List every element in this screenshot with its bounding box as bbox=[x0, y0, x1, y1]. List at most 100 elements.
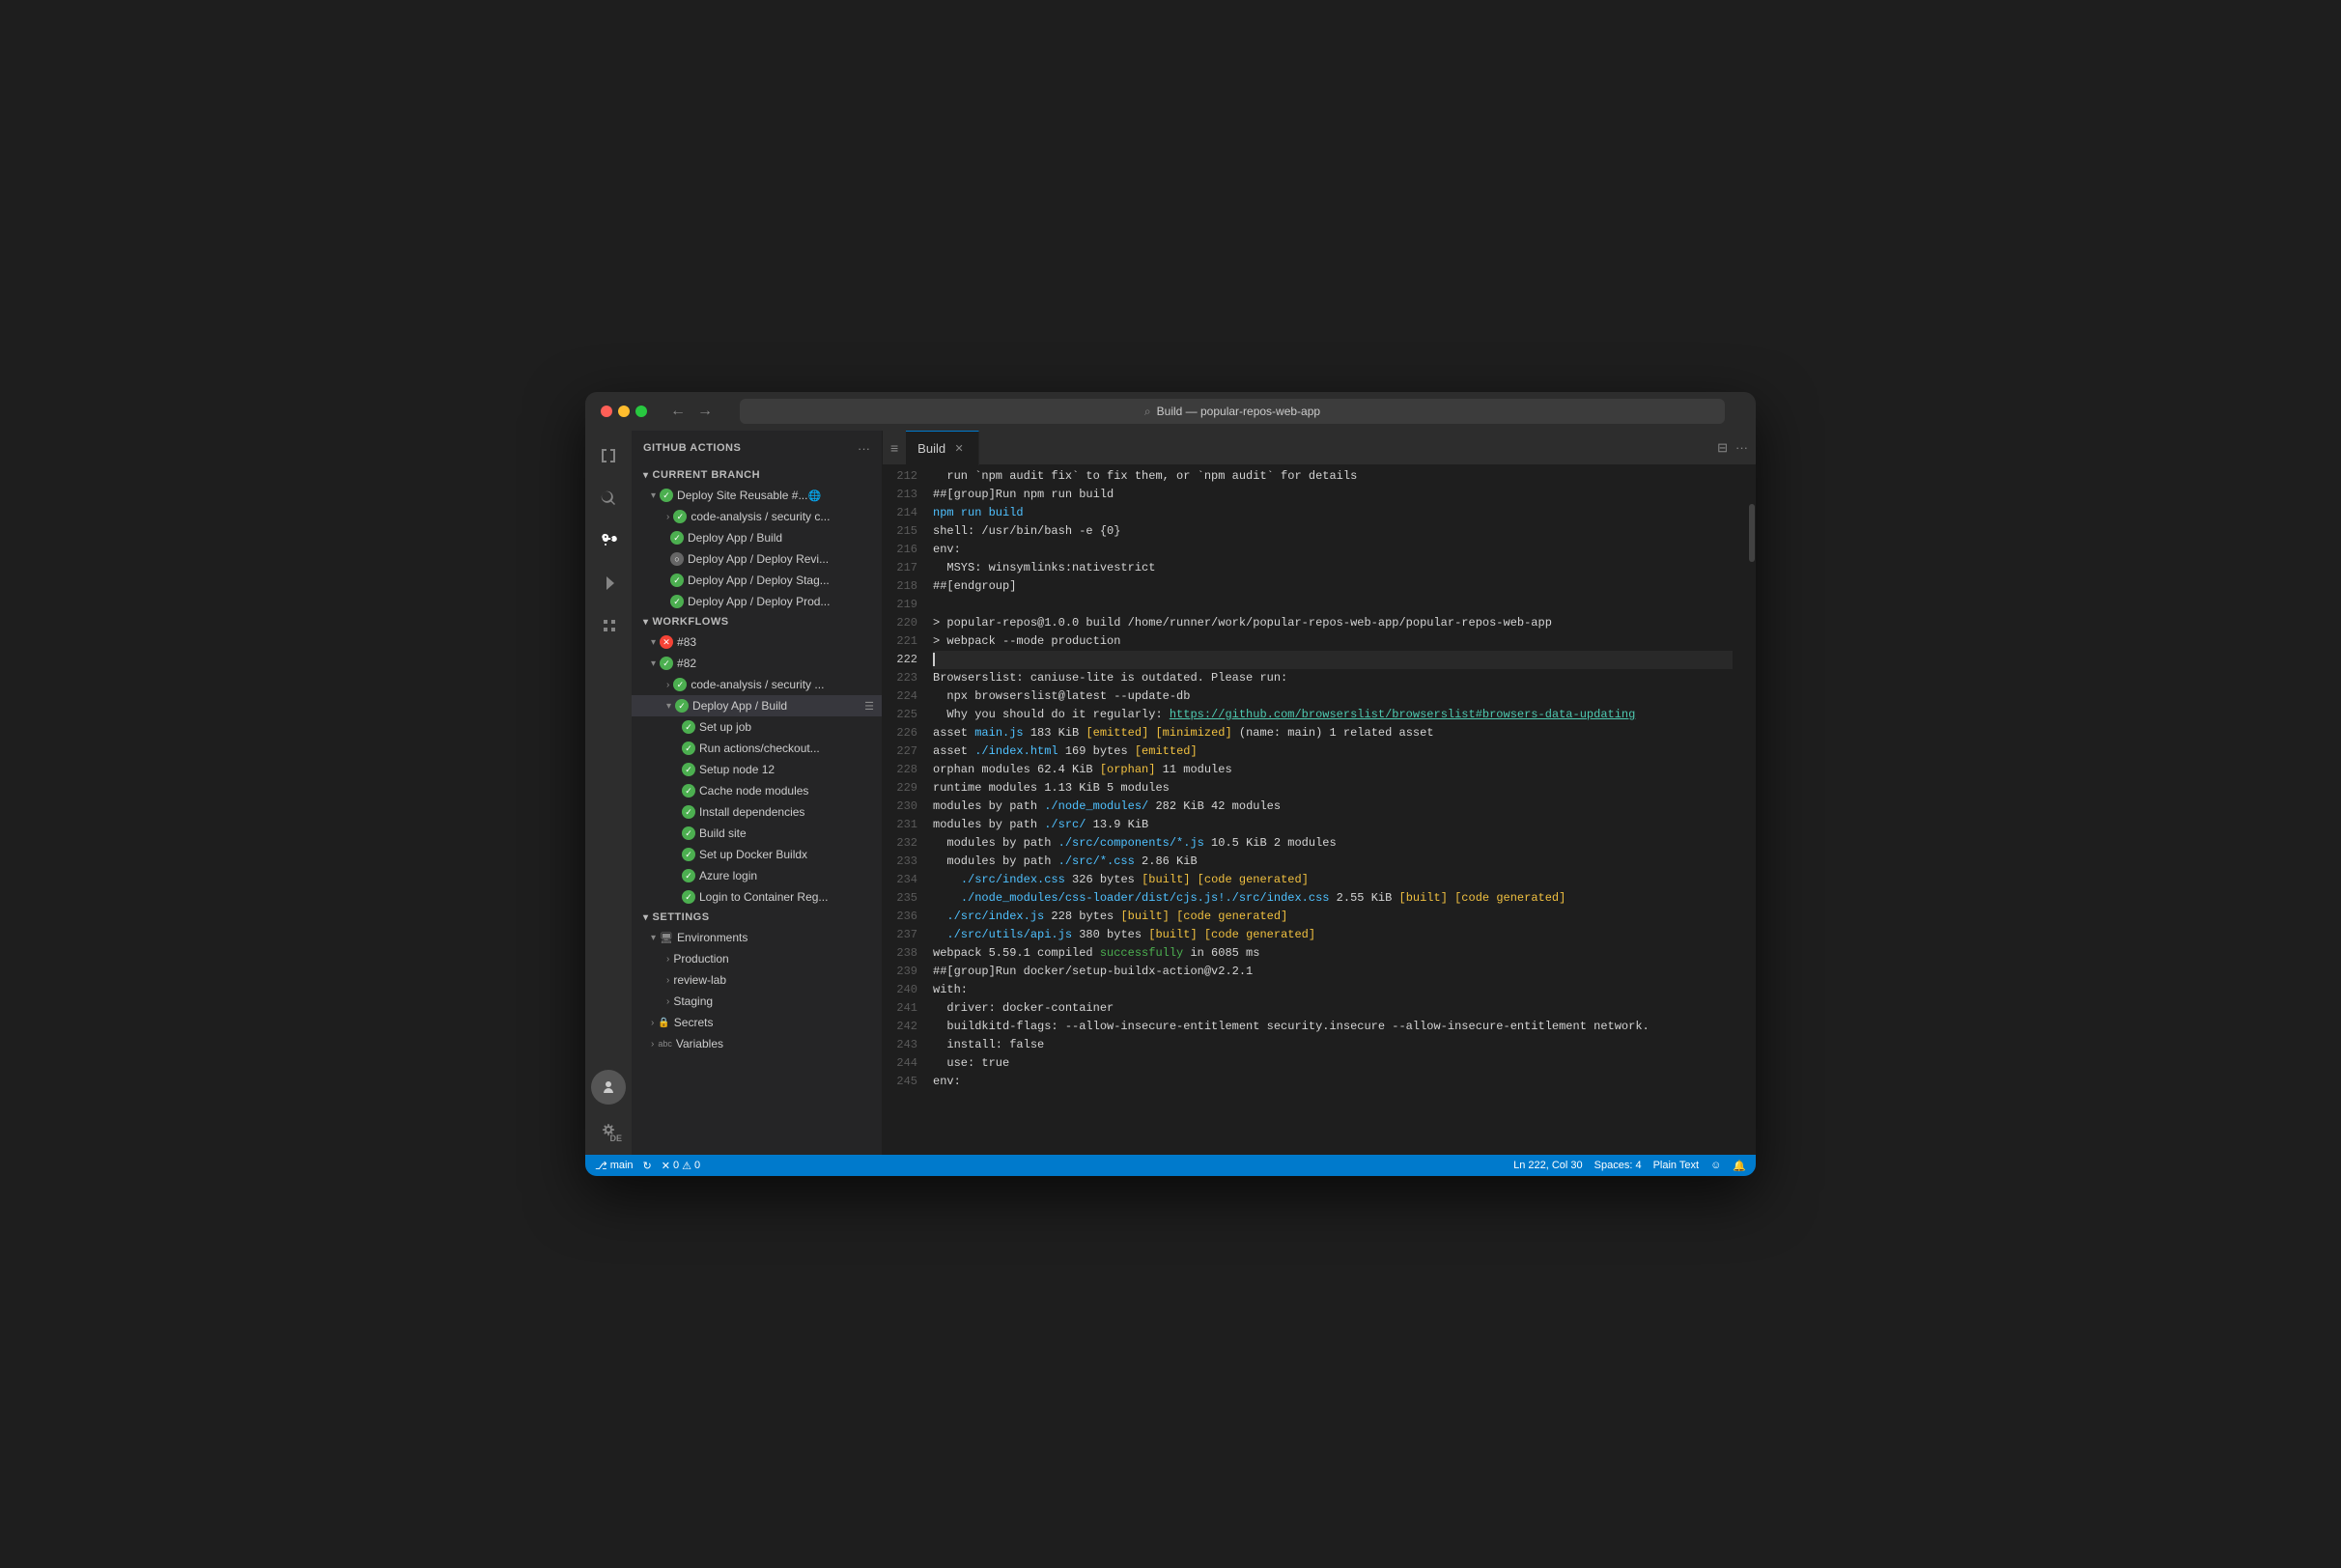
ln-224: 224 bbox=[883, 687, 917, 706]
list-icon: ☰ bbox=[864, 700, 874, 713]
scrollbar-track[interactable] bbox=[1748, 465, 1756, 1155]
code-line-213: ##[group]Run npm run build bbox=[933, 486, 1733, 504]
activity-run-debug[interactable] bbox=[591, 566, 626, 601]
sync-status[interactable]: ↻ bbox=[643, 1160, 652, 1172]
chevron-down-icon: ▾ bbox=[643, 617, 649, 628]
sidebar-more-icon[interactable]: ··· bbox=[858, 441, 870, 456]
review-lab-label: review-lab bbox=[673, 973, 726, 987]
more-actions-icon[interactable]: ··· bbox=[1735, 440, 1748, 455]
fullscreen-button[interactable] bbox=[635, 406, 647, 417]
azure-login-label: Azure login bbox=[699, 869, 757, 882]
sidebar-item-code-analysis-2[interactable]: › ✓ code-analysis / security ... bbox=[632, 674, 882, 695]
section-current-branch[interactable]: ▾ CURRENT BRANCH bbox=[632, 465, 882, 485]
sidebar-item-run-checkout[interactable]: ✓ Run actions/checkout... bbox=[632, 738, 882, 759]
ln-242: 242 bbox=[883, 1018, 917, 1036]
address-bar[interactable]: ⌕ Build — popular-repos-web-app bbox=[740, 399, 1725, 424]
tab-build[interactable]: Build ✕ bbox=[906, 431, 979, 465]
ln-227: 227 bbox=[883, 742, 917, 761]
traffic-lights bbox=[601, 406, 647, 417]
feedback-icon[interactable]: ☺ bbox=[1710, 1160, 1721, 1171]
address-text: Build — popular-repos-web-app bbox=[1157, 405, 1320, 418]
cache-node-label: Cache node modules bbox=[699, 784, 808, 798]
user-avatar[interactable] bbox=[591, 1070, 626, 1105]
activity-explorer[interactable] bbox=[591, 438, 626, 473]
sidebar-item-variables[interactable]: › abc Variables bbox=[632, 1033, 882, 1054]
section-settings[interactable]: ▾ SETTINGS bbox=[632, 908, 882, 927]
status-green-icon: ✓ bbox=[660, 489, 673, 502]
status-green-icon: ✓ bbox=[660, 657, 673, 670]
ln-223: 223 bbox=[883, 669, 917, 687]
code-area[interactable]: run `npm audit fix` to fix them, or `npm… bbox=[925, 465, 1748, 1155]
line-numbers: 212 213 214 215 216 217 218 219 220 221 … bbox=[883, 465, 925, 1155]
sidebar-item-build-site[interactable]: ✓ Build site bbox=[632, 823, 882, 844]
branch-icon: ⎇ bbox=[595, 1160, 607, 1172]
workflow-83-label: #83 bbox=[677, 635, 696, 649]
settings-gear[interactable]: DE bbox=[591, 1112, 626, 1147]
ln-225: 225 bbox=[883, 706, 917, 724]
globe-icon: 🌐 bbox=[807, 490, 821, 502]
code-line-242: buildkitd-flags: --allow-insecure-entitl… bbox=[933, 1018, 1733, 1036]
code-line-221: > webpack --mode production bbox=[933, 632, 1733, 651]
code-line-245: env: bbox=[933, 1073, 1733, 1091]
sidebar-item-container-reg[interactable]: ✓ Login to Container Reg... bbox=[632, 886, 882, 908]
ln-239: 239 bbox=[883, 963, 917, 981]
sidebar-item-deploy-app-staging[interactable]: ✓ Deploy App / Deploy Stag... bbox=[632, 570, 882, 591]
sidebar-item-cache-node[interactable]: ✓ Cache node modules bbox=[632, 780, 882, 801]
sidebar-item-deploy-app-build-2[interactable]: ▾ ✓ Deploy App / Build ☰ bbox=[632, 695, 882, 716]
status-green-icon: ✓ bbox=[682, 869, 695, 882]
activity-search[interactable] bbox=[591, 481, 626, 516]
status-green-icon: ✓ bbox=[682, 890, 695, 904]
code-line-244: use: true bbox=[933, 1054, 1733, 1073]
code-line-223: Browserslist: caniuse-lite is outdated. … bbox=[933, 669, 1733, 687]
status-green-icon: ✓ bbox=[670, 574, 684, 587]
ln-213: 213 bbox=[883, 486, 917, 504]
spaces-status[interactable]: Spaces: 4 bbox=[1594, 1160, 1642, 1171]
sidebar-item-review-lab[interactable]: › review-lab bbox=[632, 969, 882, 991]
sidebar-item-install-deps[interactable]: ✓ Install dependencies bbox=[632, 801, 882, 823]
sidebar-item-azure-login[interactable]: ✓ Azure login bbox=[632, 865, 882, 886]
forward-arrow[interactable]: → bbox=[693, 401, 717, 422]
sidebar-item-deploy-app-build-1[interactable]: ✓ Deploy App / Build bbox=[632, 527, 882, 548]
sidebar-item-deploy-site[interactable]: ▾ ✓ Deploy Site Reusable #... 🌐 bbox=[632, 485, 882, 506]
position-text: Ln 222, Col 30 bbox=[1513, 1160, 1583, 1171]
ln-222: 222 bbox=[883, 651, 917, 669]
tab-menu-icon[interactable]: ≡ bbox=[883, 440, 906, 456]
deploy-app-prod-label: Deploy App / Deploy Prod... bbox=[688, 595, 830, 608]
sidebar-title: GITHUB ACTIONS bbox=[643, 442, 741, 454]
sync-icon: ↻ bbox=[643, 1160, 652, 1172]
minimize-button[interactable] bbox=[618, 406, 630, 417]
errors-status[interactable]: ✕ 0 ⚠ 0 bbox=[662, 1160, 700, 1172]
close-button[interactable] bbox=[601, 406, 612, 417]
warning-count: 0 bbox=[694, 1160, 700, 1171]
activity-source-control[interactable] bbox=[591, 523, 626, 558]
sidebar-item-setup-job[interactable]: ✓ Set up job bbox=[632, 716, 882, 738]
deploy-site-label: Deploy Site Reusable #... bbox=[677, 489, 807, 502]
sidebar-item-production[interactable]: › Production bbox=[632, 948, 882, 969]
code-line-232: modules by path ./src/components/*.js 10… bbox=[933, 834, 1733, 853]
tab-close-icon[interactable]: ✕ bbox=[951, 440, 967, 456]
run-checkout-label: Run actions/checkout... bbox=[699, 742, 820, 755]
code-line-241: driver: docker-container bbox=[933, 999, 1733, 1018]
branch-status[interactable]: ⎇ main bbox=[595, 1160, 634, 1172]
notifications-icon[interactable]: 🔔 bbox=[1733, 1160, 1746, 1172]
sidebar-item-83[interactable]: ▾ ✕ #83 bbox=[632, 631, 882, 653]
setup-node-label: Setup node 12 bbox=[699, 763, 775, 776]
sidebar-item-environments[interactable]: ▾ 🖥 Environments bbox=[632, 927, 882, 948]
sidebar-item-secrets[interactable]: › 🔒 Secrets bbox=[632, 1012, 882, 1033]
split-editor-icon[interactable]: ⊟ bbox=[1717, 440, 1728, 456]
sidebar-item-staging[interactable]: › Staging bbox=[632, 991, 882, 1012]
sidebar-item-deploy-app-prod[interactable]: ✓ Deploy App / Deploy Prod... bbox=[632, 591, 882, 612]
sidebar-item-code-analysis-1[interactable]: › ✓ code-analysis / security c... bbox=[632, 506, 882, 527]
code-line-239: ##[group]Run docker/setup-buildx-action@… bbox=[933, 963, 1733, 981]
ln-221: 221 bbox=[883, 632, 917, 651]
activity-extensions[interactable] bbox=[591, 608, 626, 643]
scrollbar-thumb[interactable] bbox=[1749, 504, 1755, 562]
position-status[interactable]: Ln 222, Col 30 bbox=[1513, 1160, 1583, 1171]
section-workflows[interactable]: ▾ WORKFLOWS bbox=[632, 612, 882, 631]
back-arrow[interactable]: ← bbox=[666, 401, 690, 422]
sidebar-item-setup-docker[interactable]: ✓ Set up Docker Buildx bbox=[632, 844, 882, 865]
sidebar-item-deploy-app-review[interactable]: ○ Deploy App / Deploy Revi... bbox=[632, 548, 882, 570]
encoding-status[interactable]: Plain Text bbox=[1653, 1160, 1700, 1171]
sidebar-item-setup-node[interactable]: ✓ Setup node 12 bbox=[632, 759, 882, 780]
sidebar-item-82[interactable]: ▾ ✓ #82 bbox=[632, 653, 882, 674]
